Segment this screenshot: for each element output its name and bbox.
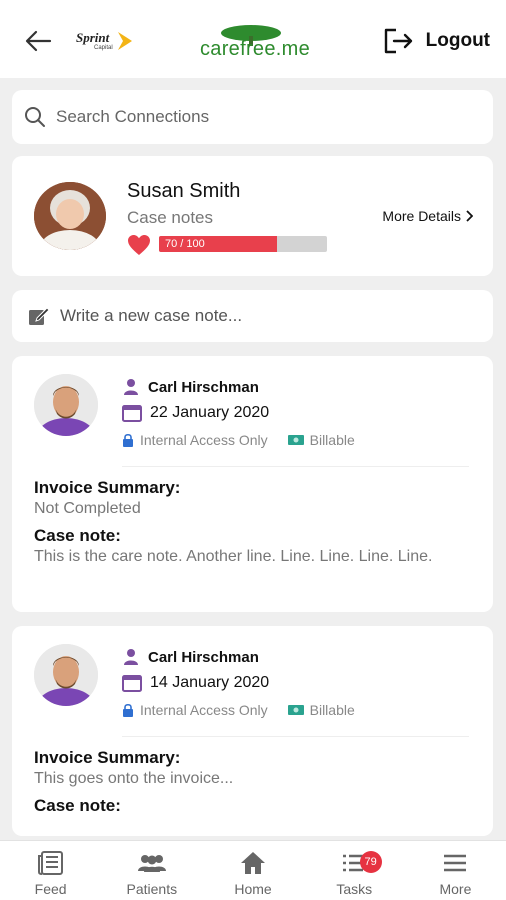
new-case-note-field[interactable]: Write a new case note... — [12, 290, 493, 342]
note-author: Carl Hirschman — [122, 378, 259, 396]
nav-label-feed: Feed — [34, 881, 67, 897]
nav-item-home[interactable]: Home — [202, 841, 303, 900]
author-avatar — [34, 644, 98, 706]
case-note-card: Carl Hirschman 22 January 2020 Internal … — [12, 356, 493, 612]
patient-subtitle: Case notes — [127, 208, 213, 227]
sprint-logo: Sprint Capital — [76, 28, 138, 56]
tasks-count-badge: 79 — [359, 851, 382, 873]
lock-icon — [123, 703, 133, 717]
nav-item-more[interactable]: More — [405, 841, 506, 900]
edit-note-icon — [29, 307, 50, 325]
invoice-summary-text: This goes onto the invoice... — [34, 770, 234, 787]
case-note-heading: Case note: — [34, 526, 121, 545]
note-divider — [122, 736, 469, 737]
bottom-navigation: Feed Patients Home 79 Tasks More — [0, 840, 506, 900]
search-icon — [25, 107, 45, 127]
note-author-name: Carl Hirschman — [148, 648, 259, 666]
back-button[interactable] — [24, 28, 52, 54]
nav-item-tasks[interactable]: 79 Tasks — [304, 841, 405, 900]
billing-label: Billable — [309, 432, 355, 448]
more-details-label: More Details — [382, 208, 461, 224]
patient-avatar — [34, 182, 106, 250]
calendar-icon — [122, 405, 142, 422]
note-date: 14 January 2020 — [122, 674, 269, 692]
logo-text: carefree.me — [200, 38, 311, 60]
sprint-chevron-icon — [118, 32, 132, 50]
calendar-icon — [122, 675, 142, 692]
wellbeing-score-text: 70 / 100 — [165, 238, 205, 250]
nav-label-tasks: Tasks — [336, 881, 373, 897]
new-case-note-placeholder: Write a new case note... — [60, 306, 243, 325]
invoice-summary-text: Not Completed — [34, 500, 141, 517]
nav-label-home: Home — [234, 881, 272, 897]
invoice-summary-heading: Invoice Summary: — [34, 478, 181, 497]
patient-profile-card: Susan Smith Case notes 70 / 100 More Det… — [12, 156, 493, 276]
case-note-text: This is the care note. Another line. Lin… — [34, 548, 433, 565]
note-meta: Internal Access Only Billable — [122, 432, 355, 448]
invoice-summary: Invoice Summary: Not Completed — [34, 478, 453, 520]
case-note-card: Carl Hirschman 14 January 2020 Internal … — [12, 626, 493, 836]
heart-icon — [128, 235, 150, 255]
chevron-right-icon — [466, 210, 473, 222]
access-label: Internal Access Only — [140, 702, 268, 718]
search-connections-field[interactable]: Search Connections — [12, 90, 493, 144]
menu-icon — [444, 854, 467, 872]
note-meta: Internal Access Only Billable — [122, 702, 355, 718]
more-details-link[interactable]: More Details — [382, 208, 473, 224]
note-date: 22 January 2020 — [122, 404, 269, 422]
sprint-logo-text: Sprint — [76, 30, 110, 45]
nav-item-feed[interactable]: Feed — [0, 841, 101, 900]
note-divider — [122, 466, 469, 467]
wellbeing-score-fill: 70 / 100 — [159, 236, 277, 252]
note-author: Carl Hirschman — [122, 648, 259, 666]
back-arrow-icon — [25, 30, 52, 52]
money-icon — [287, 435, 304, 445]
nav-item-patients[interactable]: Patients — [101, 841, 202, 900]
note-date-text: 14 January 2020 — [150, 674, 270, 691]
logout-label: Logout — [425, 30, 490, 51]
feed-icon — [37, 851, 63, 875]
note-date-text: 22 January 2020 — [150, 404, 270, 421]
patients-icon — [137, 855, 166, 872]
money-icon — [287, 705, 304, 715]
lock-icon — [123, 433, 133, 447]
case-note-body: Case note: This is the care note. Anothe… — [34, 526, 453, 568]
logout-icon — [384, 28, 412, 54]
search-placeholder: Search Connections — [56, 107, 210, 126]
billing-label: Billable — [309, 702, 355, 718]
author-avatar — [34, 374, 98, 436]
case-note-body: Case note: — [34, 796, 453, 816]
logout-button[interactable]: Logout — [382, 26, 490, 56]
carefree-logo: carefree.me — [196, 24, 312, 64]
sprint-logo-subtext: Capital — [94, 45, 113, 51]
nav-label-patients: Patients — [126, 881, 178, 897]
invoice-summary-heading: Invoice Summary: — [34, 748, 181, 767]
person-icon — [124, 649, 138, 665]
wellbeing-score-bar: 70 / 100 — [159, 236, 327, 252]
app-header: Sprint Capital carefree.me Logout — [0, 0, 506, 78]
invoice-summary: Invoice Summary: This goes onto the invo… — [34, 748, 453, 790]
access-label: Internal Access Only — [140, 432, 268, 448]
patient-name: Susan Smith — [127, 180, 241, 202]
person-icon — [124, 379, 138, 395]
case-note-heading: Case note: — [34, 796, 121, 815]
note-author-name: Carl Hirschman — [148, 378, 259, 396]
nav-label-more: More — [439, 881, 472, 897]
home-icon — [241, 852, 265, 874]
